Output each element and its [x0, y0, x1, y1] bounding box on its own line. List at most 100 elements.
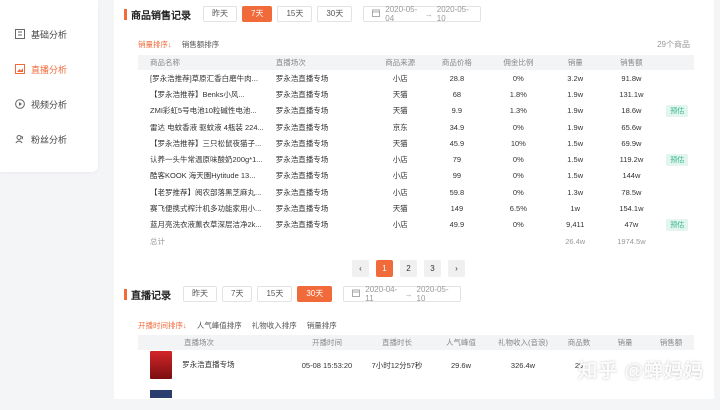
table-row[interactable]: 酷客KOOK 海天園Hytitude 13... 罗永浩直播专场 小店 99 0% 1.5… — [138, 168, 694, 184]
total-label: 总计 — [150, 236, 165, 246]
estimate-tag-cell: 预估 — [661, 103, 694, 119]
range-yesterday[interactable]: 昨天 — [183, 286, 217, 302]
sort-by-start-time[interactable]: 开播时间排序↓ — [138, 320, 187, 331]
estimate-tag-cell — [661, 119, 694, 135]
page-1-button[interactable]: 1 — [376, 260, 393, 277]
table-header-row: 直播场次 开播时间 直播时长 人气峰值 礼物收入(音浪) 商品数 销量 销售额 — [138, 335, 694, 350]
table-cell: 1.8% — [509, 89, 527, 99]
col-header: 直播时长 — [362, 335, 432, 350]
range-7d[interactable]: 7天 — [222, 286, 253, 302]
col-header: 销量 — [602, 335, 648, 350]
table-cell: 1.5w — [567, 138, 584, 148]
table-cell: 1w — [570, 204, 580, 214]
range-15d[interactable]: 15天 — [257, 286, 293, 302]
sort-by-amount[interactable]: 销售额排序 — [182, 39, 220, 50]
date-range-picker[interactable]: 2020-04-11 → 2020-05-10 — [343, 285, 462, 303]
table-cell: 罗永浩直播专场 — [275, 73, 329, 83]
live-title: 直播记录 — [131, 290, 171, 302]
table-cell: 05-08 15:53:20 — [301, 360, 353, 370]
table-cell: 罗永浩直播专场 — [275, 122, 329, 132]
table-cell: 罗永浩直播专场 — [275, 187, 329, 197]
table-cell: 罗永浩直播专场 — [275, 89, 329, 99]
table-row[interactable]: ZMI彩虹5号电池10粒碱性电池... 罗永浩直播专场 天猫 9.9 1.3% 1.9w 1… — [138, 103, 694, 119]
sidebar-item-basic[interactable]: 基础分析 — [14, 24, 67, 44]
range-30d[interactable]: 30天 — [317, 6, 353, 22]
next-page-button[interactable]: › — [448, 260, 465, 277]
sort-by-peak[interactable]: 人气峰值排序 — [197, 320, 242, 331]
date-from: 2020-05-04 — [385, 5, 418, 23]
sidebar-item-fans[interactable]: 粉丝分析 — [14, 129, 67, 149]
range-30d[interactable]: 30天 — [297, 286, 333, 302]
sort-by-gift[interactable]: 礼物收入排序 — [252, 320, 297, 331]
table-cell: 1.5w — [567, 171, 584, 181]
table-cell: 0% — [512, 122, 524, 132]
col-header: 直播场次 — [263, 55, 376, 70]
sort-by-sales[interactable]: 销量排序 — [307, 320, 337, 331]
sales-title: 商品销售记录 — [131, 10, 191, 22]
table-cell: 小店 — [392, 187, 408, 197]
table-row[interactable]: [罗永浩推荐]草原汇香白磨牛肉... 罗永浩直播专场 小店 28.8 0% 3.2w 91.… — [138, 70, 694, 86]
product-count: 29个商品 — [657, 40, 690, 49]
table-row[interactable]: 雷达 电蚊香液 驱蚊液 4瓶装 224... 罗永浩直播专场 京东 34.9 0% 1.9… — [138, 119, 694, 135]
table-cell: 天猫 — [392, 89, 408, 99]
table-cell: 131.1w — [619, 89, 644, 99]
sales-header: 商品销售记录 昨天 7天 15天 30天 2020-05-04 → 2020-0… — [124, 5, 482, 23]
sidebar-item-live[interactable]: 直播分析 — [14, 59, 67, 79]
live-sort-row: 开播时间排序↓ 人气峰值排序 礼物收入排序 销量排序 — [138, 320, 337, 331]
estimate-tag-cell: 预估 — [661, 151, 694, 167]
calendar-icon — [352, 289, 361, 299]
col-header: 销量 — [548, 55, 603, 70]
table-row[interactable]: 【罗永浩推荐】Benks小风... 罗永浩直播专场 天猫 68 1.8% 1.9w 131.… — [138, 86, 694, 102]
table-cell: 7小时12分57秒 — [371, 360, 423, 370]
table-cell: 1.9w — [567, 122, 584, 132]
date-to: 2020-05-10 — [416, 285, 449, 303]
watermark: 知乎 @蝉妈妈 — [578, 361, 704, 382]
sidebar-item-label: 直播分析 — [31, 64, 68, 75]
prev-page-button[interactable]: ‹ — [352, 260, 369, 277]
grid-icon — [14, 29, 25, 40]
table-cell: 小店 — [392, 73, 408, 83]
table-cell: 0% — [512, 220, 524, 230]
table-row[interactable]: 认养一头牛常温原味酸奶200g*1... 罗永浩直播专场 小店 79 0% 1.5w 119… — [138, 151, 694, 167]
table-row[interactable]: 蓝月亮洗衣液薰衣草深层洁净2k... 罗永浩直播专场 小店 49.9 0% 9,411 47… — [138, 217, 694, 233]
sidebar-item-label: 视频分析 — [31, 99, 68, 110]
sort-by-sales[interactable]: 销量排序↓ — [138, 39, 172, 50]
range-15d[interactable]: 15天 — [277, 6, 313, 22]
table-cell: 0% — [512, 73, 524, 83]
table-row[interactable] — [138, 380, 694, 410]
table-cell: 10% — [510, 138, 526, 148]
image-icon — [14, 64, 25, 75]
col-header: 佣金比例 — [488, 55, 549, 70]
table-cell: 28.8 — [449, 73, 465, 83]
table-cell: 0% — [512, 187, 524, 197]
date-sep: → — [424, 9, 433, 19]
range-yesterday[interactable]: 昨天 — [203, 6, 237, 22]
table-cell: 65.6w — [621, 122, 642, 132]
table-row[interactable]: 【罗永浩推荐】三只松鼠夜猫子... 罗永浩直播专场 天猫 45.9 10% 1.5w 69.… — [138, 135, 694, 151]
estimate-tag-cell — [661, 184, 694, 200]
estimate-tag-cell — [661, 168, 694, 184]
table-cell: 59.8 — [449, 187, 465, 197]
page-3-button[interactable]: 3 — [424, 260, 441, 277]
date-range-picker[interactable]: 2020-05-04 → 2020-05-10 — [363, 5, 482, 23]
table-cell: 69.9w — [621, 138, 642, 148]
sidebar-item-label: 粉丝分析 — [31, 134, 68, 145]
range-7d[interactable]: 7天 — [242, 6, 273, 22]
table-cell: 认养一头牛常温原味酸奶200g*1... — [150, 155, 263, 165]
table-row[interactable]: 【老罗推荐】阅农部落黑芝麻丸... 罗永浩直播专场 小店 59.8 0% 1.3w 78.5… — [138, 184, 694, 200]
table-cell: 79 — [452, 155, 462, 165]
estimate-tag: 预估 — [666, 153, 689, 166]
live-thumbnail — [150, 351, 172, 379]
table-cell: 【罗永浩推荐】Benks小风... — [150, 89, 245, 99]
table-cell: 1.9w — [567, 106, 584, 116]
sidebar-item-video[interactable]: 视频分析 — [14, 94, 67, 114]
table-cell: 9,411 — [566, 220, 585, 230]
table-cell: 326.4w — [510, 360, 536, 370]
table-cell: 6.5% — [509, 204, 527, 214]
section-marker — [124, 8, 127, 20]
table-row[interactable]: 赛飞便携式榨汁机多功能家用小... 罗永浩直播专场 天猫 149 6.5% 1w 154.1… — [138, 200, 694, 216]
page-2-button[interactable]: 2 — [400, 260, 417, 277]
table-cell: [罗永浩推荐]草原汇香白磨牛肉... — [150, 73, 258, 83]
live-title-cell: 罗永浩直播专场 — [138, 350, 292, 380]
table-cell: 罗永浩直播专场 — [275, 106, 329, 116]
